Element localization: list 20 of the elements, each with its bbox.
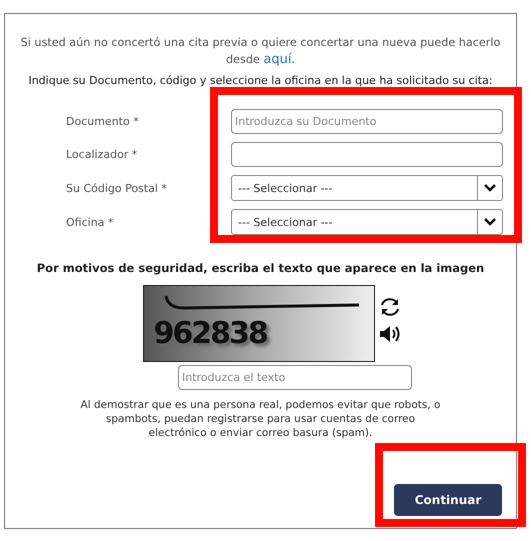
disclaimer-text: Al demostrar que es una persona real, podemos evitar que robots, o spambots, puedan registrarse para usar cuentas de correo electrónico o enviar correo basura (spam). bbox=[80, 398, 440, 440]
field-label: Su Código Postal * bbox=[65, 182, 168, 194]
dropdown[interactable]: --- Seleccionar --- bbox=[231, 209, 503, 235]
field-label: Oficina * bbox=[65, 216, 114, 228]
chevron-down-icon bbox=[484, 184, 496, 192]
chevron-down-icon bbox=[484, 218, 496, 226]
link[interactable]: aquí bbox=[263, 52, 292, 67]
instruction-text: Indique su Documento, código y seleccione la oficina en la que ha solicitado su cita: bbox=[27, 74, 494, 87]
captcha-image: 962838 bbox=[142, 285, 374, 362]
dropdown[interactable]: --- Seleccionar --- bbox=[231, 175, 503, 201]
field-label: Localizador * bbox=[65, 148, 138, 161]
refresh-icon[interactable] bbox=[378, 297, 400, 317]
speaker-icon[interactable] bbox=[378, 325, 400, 343]
security-heading: Por motivos de seguridad, escriba el texto que aparece en la imagen bbox=[36, 261, 486, 275]
field-label: Documento * bbox=[65, 115, 140, 128]
captcha-input[interactable]: Introduzca el texto bbox=[178, 365, 412, 390]
input-field[interactable] bbox=[231, 142, 503, 167]
intro-text: Si usted aún no concertó una cita previa o quiere concertar una nueva puede hacerlo desde aquí. bbox=[20, 35, 502, 68]
continue-button[interactable]: Continuar bbox=[394, 484, 502, 516]
input-field[interactable]: Introduzca su Documento bbox=[231, 109, 503, 134]
